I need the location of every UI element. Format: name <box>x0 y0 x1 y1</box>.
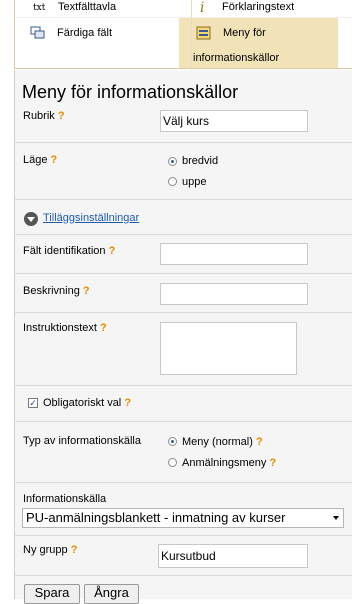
help-icon[interactable]: ? <box>124 397 131 409</box>
description-input[interactable] <box>160 283 308 305</box>
help-icon[interactable]: ? <box>109 245 116 257</box>
divider <box>14 199 352 200</box>
palette-item-label-line2: informationskällor <box>193 52 280 64</box>
save-button[interactable]: Spara <box>24 584 80 604</box>
mandatory-checkbox[interactable]: ✓ <box>28 398 38 408</box>
help-icon[interactable]: ? <box>269 457 276 469</box>
help-icon[interactable]: ? <box>71 544 78 556</box>
new-group-label-text: Ny grupp <box>23 544 68 556</box>
palette-row-divider <box>14 17 352 18</box>
lage-radio-bredvid[interactable] <box>168 157 177 166</box>
source-select[interactable]: PU-anmälningsblankett - inmatning av kur… <box>22 508 344 528</box>
advanced-settings-link[interactable]: Tilläggsinställningar <box>43 212 139 224</box>
source-label: Informationskälla <box>23 493 107 505</box>
grid-icon <box>30 26 45 39</box>
divider <box>14 312 352 313</box>
undo-button[interactable]: Ångra <box>84 584 139 604</box>
mandatory-label: Obligatoriskt val ? <box>43 397 131 409</box>
help-icon[interactable]: ? <box>58 110 65 122</box>
source-type-option-registration: Anmälningsmeny ? <box>182 457 276 469</box>
info-icon: i <box>200 0 205 16</box>
palette-item-forklaringstext[interactable]: i Förklaringstext <box>200 0 294 16</box>
field-id-label-text: Fält identifikation <box>23 245 106 257</box>
new-group-input[interactable] <box>158 544 308 568</box>
txt-icon: txt <box>33 3 46 13</box>
source-type-radio-registration[interactable] <box>168 458 177 467</box>
lage-radio-uppe[interactable] <box>168 177 177 186</box>
field-id-label: Fält identifikation ? <box>23 245 115 257</box>
palette-item-textfalttavla[interactable]: txt Textfälttavla <box>33 1 116 13</box>
instruction-textarea[interactable] <box>160 322 297 375</box>
palette-divider <box>191 0 192 68</box>
lage-label: Läge ? <box>23 154 57 166</box>
source-type-label: Typ av informationskälla <box>23 435 141 447</box>
divider <box>14 575 352 576</box>
dropdown-arrow-icon <box>333 516 339 520</box>
source-type-option-registration-text: Anmälningsmeny <box>182 457 267 469</box>
source-type-option-menu: Meny (normal) ? <box>182 436 263 448</box>
instruction-label-text: Instruktionstext <box>23 322 97 334</box>
rubrik-label-text: Rubrik <box>23 110 55 122</box>
source-select-value: PU-anmälningsblankett - inmatning av kur… <box>26 510 286 525</box>
palette-item-label: Textfälttavla <box>58 1 117 13</box>
palette-item-label: Färdiga fält <box>57 27 113 39</box>
new-group-label: Ny grupp ? <box>23 544 77 556</box>
divider <box>14 421 352 422</box>
description-label: Beskrivning ? <box>23 285 90 297</box>
help-icon[interactable]: ? <box>83 285 90 297</box>
description-label-text: Beskrivning <box>23 285 80 297</box>
help-icon[interactable]: ? <box>100 322 107 334</box>
lage-option-bredvid: bredvid <box>182 155 219 167</box>
palette-item-label: Förklaringstext <box>222 1 295 13</box>
palette-item-fardiga-falt[interactable]: Färdiga fält <box>30 26 112 43</box>
source-type-option-menu-text: Meny (normal) <box>182 436 253 448</box>
divider <box>14 385 352 386</box>
instruction-label: Instruktionstext ? <box>23 322 107 334</box>
help-icon[interactable]: ? <box>256 436 263 448</box>
palette-item-meny-informationskallor[interactable]: Meny för informationskällor <box>193 26 279 64</box>
list-icon <box>196 26 211 40</box>
lage-option-uppe: uppe <box>182 176 207 188</box>
rubrik-label: Rubrik ? <box>23 110 65 122</box>
field-id-input[interactable] <box>160 243 308 265</box>
rubrik-input[interactable] <box>160 110 308 132</box>
source-type-radio-menu[interactable] <box>168 437 177 446</box>
divider <box>14 535 352 536</box>
chevron-down-icon[interactable] <box>24 212 38 226</box>
lage-label-text: Läge <box>23 154 48 166</box>
help-icon[interactable]: ? <box>51 154 58 166</box>
divider <box>14 234 352 235</box>
divider <box>14 482 352 483</box>
divider <box>14 142 352 143</box>
divider <box>14 273 352 274</box>
palette-item-label: Meny för <box>223 27 266 39</box>
panel-title: Meny för informationskällor <box>22 82 239 102</box>
mandatory-label-text: Obligatoriskt val <box>43 397 122 409</box>
